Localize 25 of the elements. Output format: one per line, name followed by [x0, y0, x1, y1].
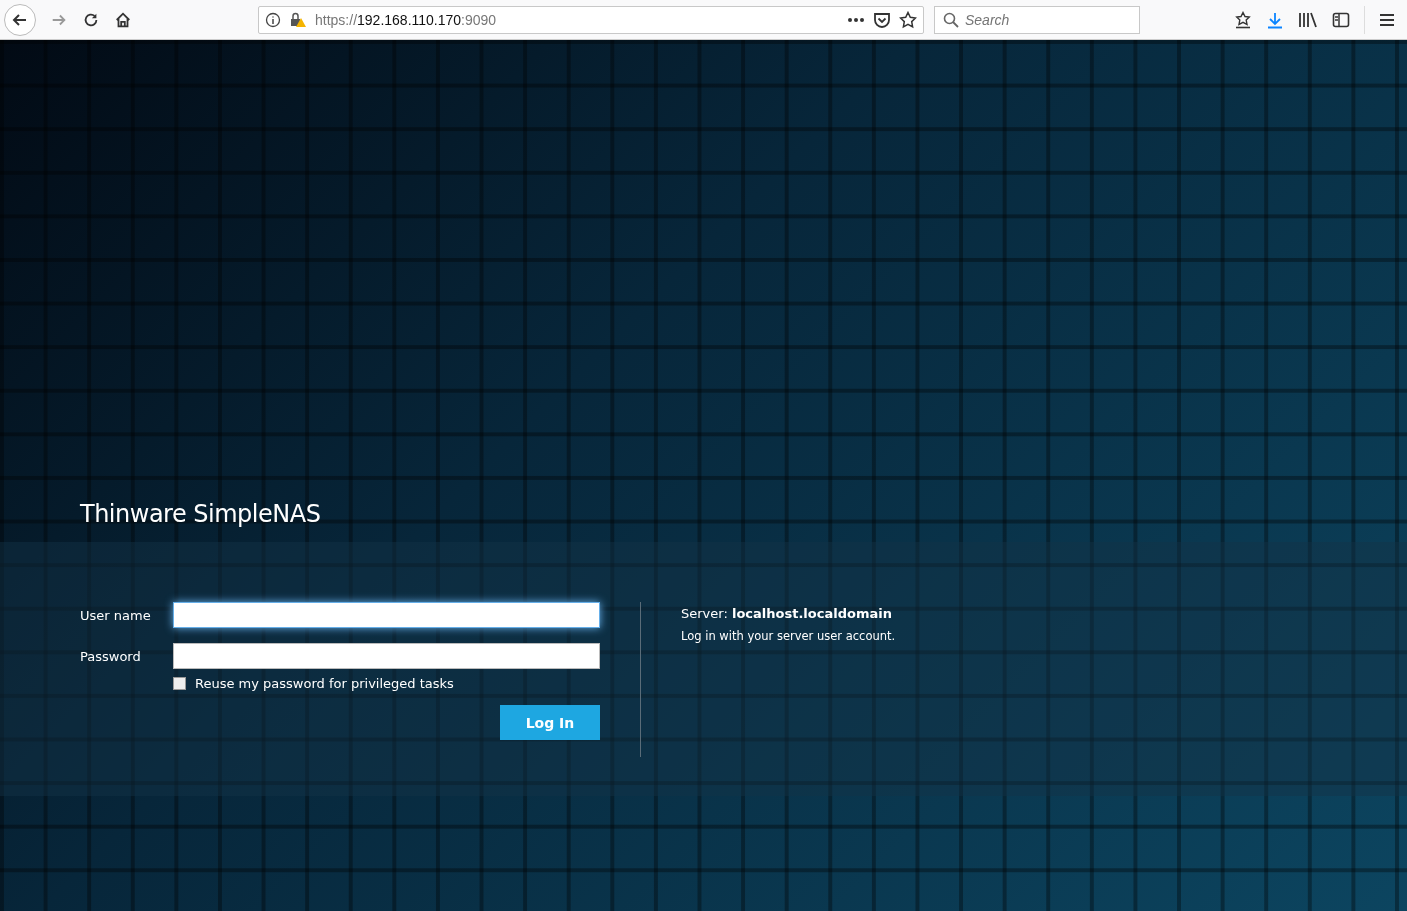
home-icon[interactable]	[114, 10, 132, 29]
server-text: Server: localhost.localdomain	[681, 606, 893, 621]
brand-title: Thinware SimpleNAS	[80, 500, 321, 528]
pocket-icon[interactable]	[873, 10, 891, 29]
field-label: User name	[80, 607, 152, 623]
library-icon[interactable]	[1298, 10, 1318, 29]
hint-text: Log in with your server user account.	[681, 629, 896, 643]
menu-icon[interactable]	[1379, 11, 1395, 28]
login-field[interactable]	[173, 602, 600, 628]
checkbox-label: Reuse my password for privileged tasks	[195, 676, 454, 691]
url-text: https://192.168.110.170:9090	[315, 11, 498, 28]
download-icon[interactable]	[1266, 10, 1284, 29]
star-icon[interactable]	[899, 10, 917, 29]
lock-warning-icon[interactable]	[289, 11, 307, 28]
address-bar[interactable]: https://192.168.110.170:9090	[258, 5, 924, 34]
back-button[interactable]	[4, 3, 36, 36]
bookmark-star-icon[interactable]	[1234, 10, 1252, 29]
info-icon[interactable]	[265, 11, 281, 28]
login-field[interactable]	[173, 643, 600, 669]
field-label: Password	[80, 648, 142, 664]
sidebar-icon[interactable]	[1332, 10, 1350, 29]
checkbox[interactable]	[173, 677, 186, 690]
search-field[interactable]: Search	[934, 5, 1140, 34]
more-icon[interactable]	[847, 16, 865, 23]
search-icon	[943, 11, 959, 28]
